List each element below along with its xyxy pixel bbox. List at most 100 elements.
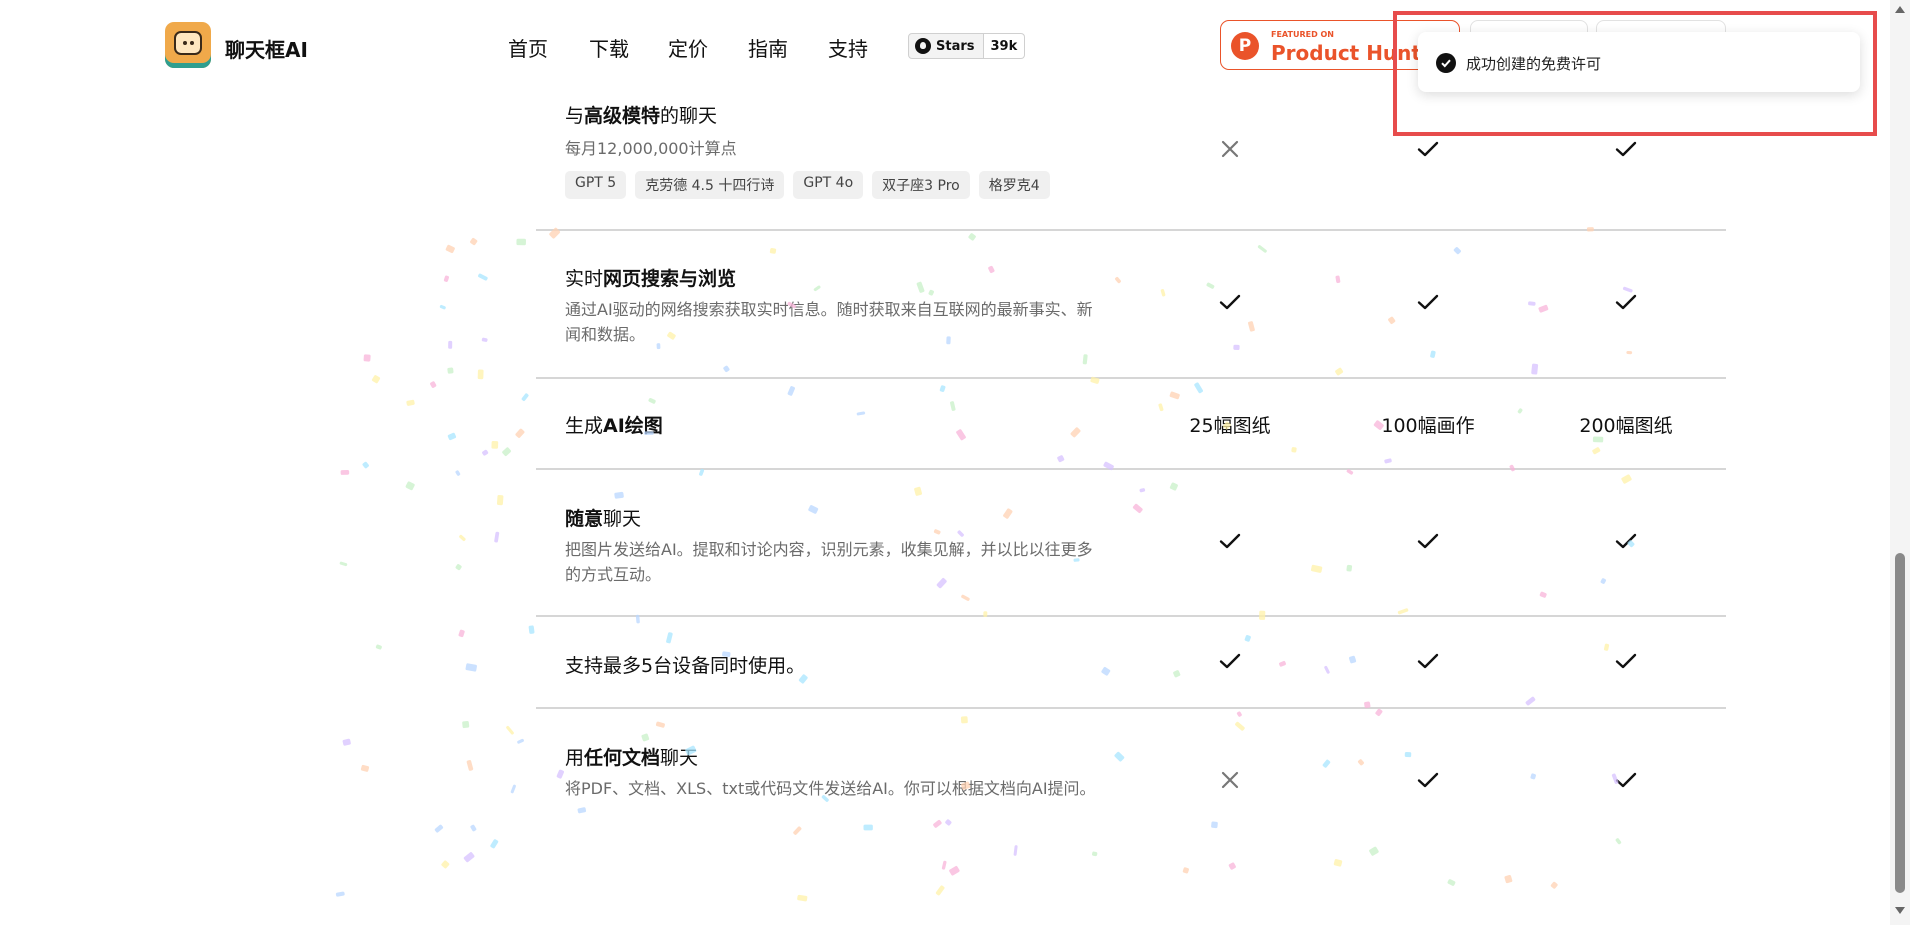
scrollbar-thumb[interactable] bbox=[1895, 553, 1905, 893]
logo-icon[interactable] bbox=[165, 22, 211, 68]
confetti-piece bbox=[363, 354, 371, 362]
confetti-piece bbox=[1592, 447, 1601, 455]
confetti-piece bbox=[941, 860, 947, 870]
confetti-piece bbox=[793, 826, 802, 835]
nav-download[interactable]: 下载 bbox=[589, 33, 629, 62]
confetti-piece bbox=[458, 629, 465, 638]
confetti-piece bbox=[950, 401, 956, 411]
confetti-piece bbox=[1169, 391, 1180, 400]
nav-support[interactable]: 支持 bbox=[828, 33, 868, 62]
check-icon bbox=[1368, 768, 1488, 797]
confetti-piece bbox=[342, 738, 351, 746]
confetti-piece bbox=[445, 244, 455, 254]
confetti-piece bbox=[510, 784, 516, 794]
confetti-piece bbox=[463, 852, 475, 863]
model-chip: GPT 4o bbox=[793, 171, 864, 199]
confetti-piece bbox=[797, 894, 808, 902]
confetti-piece bbox=[1291, 447, 1297, 453]
confetti-piece bbox=[506, 725, 514, 735]
row-divider bbox=[536, 615, 1726, 617]
confetti-piece bbox=[521, 393, 529, 402]
confetti-piece bbox=[641, 733, 650, 742]
confetti-piece bbox=[406, 399, 415, 406]
confetti-piece bbox=[655, 721, 665, 728]
confetti-piece bbox=[459, 534, 466, 541]
nav-guide[interactable]: 指南 bbox=[748, 33, 788, 62]
confetti-piece bbox=[455, 470, 461, 476]
check-icon bbox=[1368, 529, 1488, 558]
confetti-piece bbox=[375, 644, 382, 650]
nav-pricing[interactable]: 定价 bbox=[668, 33, 708, 62]
feature-title: 用任何文档聊天 bbox=[565, 747, 699, 769]
confetti-piece bbox=[362, 461, 369, 469]
check-icon bbox=[1566, 768, 1686, 797]
confetti-piece bbox=[1169, 482, 1178, 491]
confetti-piece bbox=[443, 275, 450, 282]
confetti-piece bbox=[447, 367, 454, 374]
feature-desc: 通过AI驱动的网络搜索获取实时信息。随时获取来自互联网的最新事实、新闻和数据。 bbox=[565, 300, 1093, 344]
model-chip: GPT 5 bbox=[565, 171, 627, 199]
confetti-piece bbox=[496, 495, 504, 506]
confetti-piece bbox=[1235, 721, 1245, 731]
confetti-piece bbox=[1430, 350, 1436, 358]
confetti-piece bbox=[933, 819, 942, 828]
confetti-piece bbox=[1531, 363, 1539, 375]
check-icon bbox=[1566, 137, 1686, 166]
highlight-box bbox=[1393, 11, 1877, 136]
plan-value: 100幅画作 bbox=[1381, 415, 1475, 437]
model-chips: GPT 5 克劳德 4.5 十四行诗 GPT 4o 双子座3 Pro 格罗克4 bbox=[565, 171, 1726, 199]
feature-row-image-chat: 随意聊天 把图片发送给AI。提取和讨论内容，识别元素，收集见解，并以比以往更多的… bbox=[536, 504, 1726, 587]
confetti-piece bbox=[614, 491, 624, 499]
confetti-piece bbox=[455, 564, 462, 571]
scroll-down-arrow-icon[interactable] bbox=[1895, 907, 1905, 914]
feature-row-devices: 支持最多5台设备同时使用。 bbox=[536, 651, 1726, 678]
feature-row-ai-drawing: 生成AI绘图 bbox=[536, 411, 1726, 438]
github-stars-badge[interactable]: Stars 39k bbox=[908, 33, 1026, 59]
confetti-piece bbox=[1453, 247, 1461, 255]
scroll-up-arrow-icon[interactable] bbox=[1895, 6, 1905, 13]
confetti-piece bbox=[935, 885, 945, 896]
feature-row-web-search: 实时网页搜索与浏览 通过AI驱动的网络搜索获取实时信息。随时获取来自互联网的最新… bbox=[536, 264, 1726, 347]
scrollbar[interactable] bbox=[1890, 0, 1910, 925]
feature-title: 实时网页搜索与浏览 bbox=[565, 268, 737, 290]
check-icon bbox=[1368, 290, 1488, 319]
check-icon bbox=[1368, 649, 1488, 678]
confetti-piece bbox=[1194, 382, 1203, 394]
confetti-piece bbox=[491, 441, 499, 449]
row-divider bbox=[536, 377, 1726, 379]
confetti-piece bbox=[1257, 245, 1267, 253]
confetti-piece bbox=[448, 340, 453, 349]
confetti-piece bbox=[434, 824, 444, 833]
confetti-piece bbox=[1397, 608, 1409, 615]
confetti-piece bbox=[470, 237, 478, 246]
row-divider bbox=[536, 707, 1726, 709]
confetti-piece bbox=[1369, 846, 1379, 856]
cross-icon bbox=[1170, 768, 1290, 797]
confetti-piece bbox=[335, 891, 345, 897]
model-chip: 格罗克4 bbox=[978, 171, 1050, 199]
confetti-piece bbox=[439, 304, 446, 310]
confetti-piece bbox=[914, 486, 922, 496]
confetti-piece bbox=[960, 716, 968, 724]
feature-title: 随意聊天 bbox=[565, 508, 642, 530]
check-icon bbox=[1368, 137, 1488, 166]
confetti-piece bbox=[528, 625, 535, 634]
confetti-piece bbox=[787, 386, 795, 396]
confetti-piece bbox=[1447, 879, 1456, 886]
confetti-piece bbox=[666, 632, 673, 644]
confetti-piece bbox=[1244, 635, 1251, 642]
check-icon bbox=[1170, 529, 1290, 558]
confetti-piece bbox=[470, 824, 477, 832]
brand-name[interactable]: 聊天框AI bbox=[225, 34, 308, 63]
confetti-piece bbox=[968, 233, 976, 241]
plan-value: 200幅图纸 bbox=[1579, 415, 1673, 437]
confetti-piece bbox=[769, 247, 777, 254]
model-chip: 克劳德 4.5 十四行诗 bbox=[635, 171, 785, 199]
check-icon bbox=[1170, 649, 1290, 678]
confetti-piece bbox=[477, 369, 484, 380]
confetti-piece bbox=[939, 385, 946, 392]
confetti-piece bbox=[462, 720, 470, 729]
nav-home[interactable]: 首页 bbox=[508, 33, 548, 62]
check-icon bbox=[1170, 290, 1290, 319]
confetti-piece bbox=[340, 469, 350, 475]
